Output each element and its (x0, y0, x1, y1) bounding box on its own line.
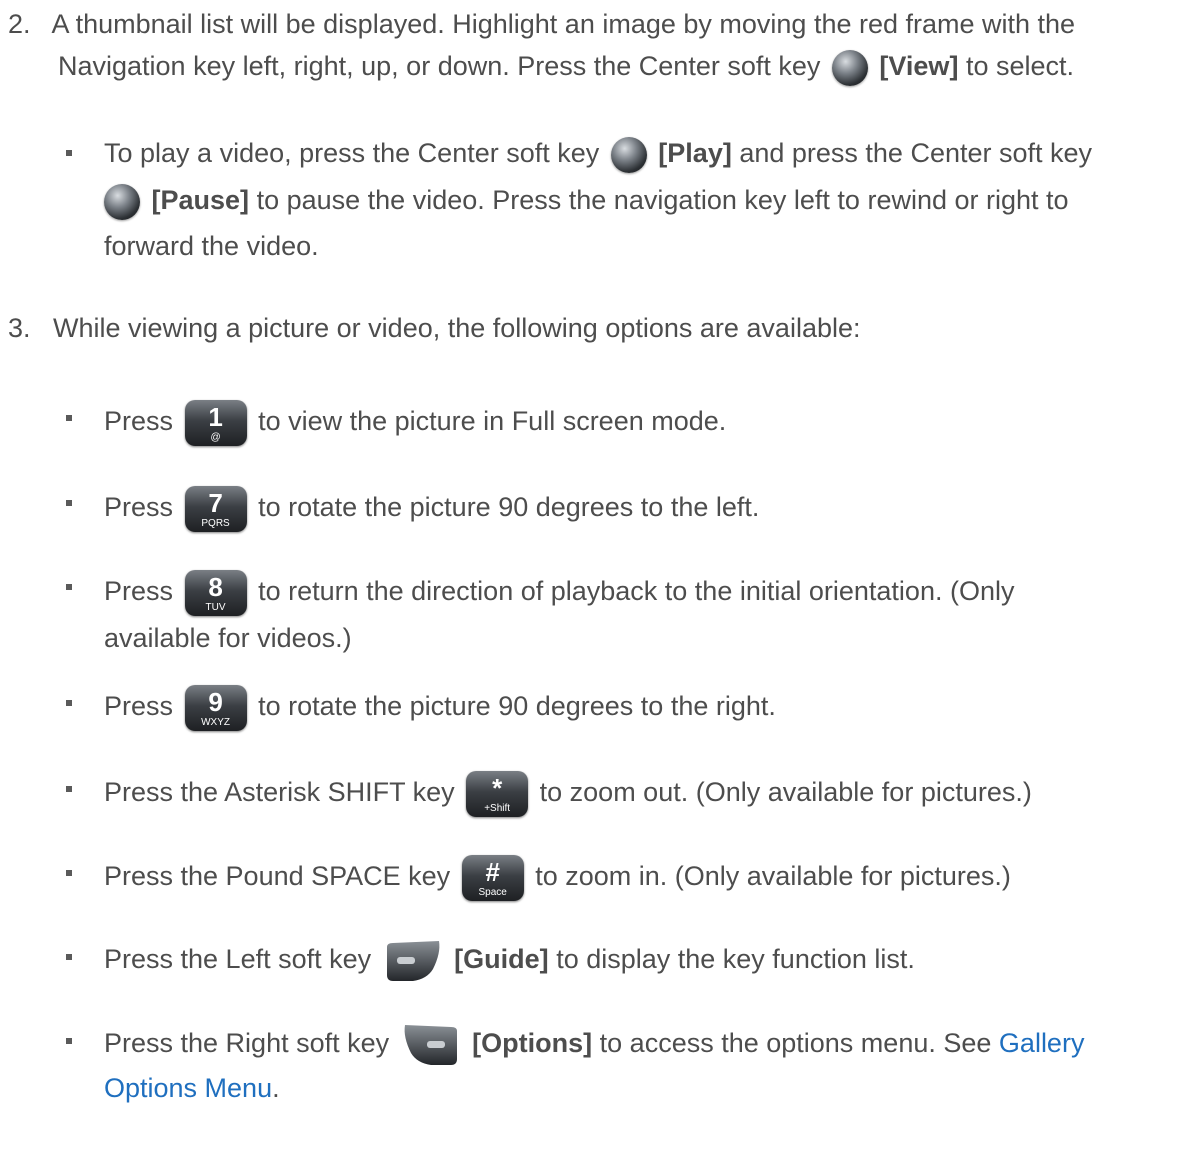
option-right-soft-key: Press the Right soft key [Options] to ac… (104, 1023, 1084, 1067)
press-text: Press (104, 492, 174, 523)
period-text: . (272, 1073, 280, 1103)
key-sub-label: WXYZ (201, 717, 230, 728)
step-3-line: 3. While viewing a picture or video, the… (8, 310, 861, 346)
option-text: to display the key function list. (556, 944, 915, 975)
right-soft-key-icon (401, 1023, 461, 1067)
key-main-label: 9 (208, 687, 223, 717)
view-key-label: [View] (879, 51, 959, 81)
center-soft-key-icon (104, 183, 140, 220)
bullet-marker (66, 700, 72, 706)
option-text: Press the Right soft key (104, 1028, 390, 1059)
bullet-marker (66, 500, 72, 506)
option-text: to return the direction of playback to t… (258, 576, 1015, 607)
center-soft-key-icon (831, 49, 868, 86)
key-main-label: 1 (208, 402, 223, 432)
step-2-text-3: to select. (965, 51, 1075, 81)
video-bullet-line-3: forward the video. (104, 228, 319, 264)
option-text: to zoom in. (Only available for pictures… (535, 861, 1011, 892)
option-right-soft-key-line-2: Options Menu. (104, 1070, 280, 1106)
key-8-icon: 8 TUV (184, 570, 247, 616)
bullet-marker (66, 870, 72, 876)
key-9-icon: 9 WXYZ (184, 685, 247, 731)
bullet-marker (66, 1038, 72, 1044)
key-sub-label: @ (210, 432, 221, 443)
options-key-label: [Options] (472, 1028, 593, 1059)
option-key-7: Press 7 PQRS to rotate the picture 90 de… (104, 486, 759, 532)
key-main-label: 8 (208, 572, 223, 602)
option-text: Press the Pound SPACE key (104, 861, 451, 892)
step-2-number: 2. (8, 9, 31, 39)
key-7-icon: 7 PQRS (184, 486, 247, 532)
video-text-2: and press the Center soft key (739, 138, 1093, 168)
option-text: to access the options menu. See (599, 1028, 992, 1059)
step-3-number: 3. (8, 313, 31, 343)
option-key-1: Press 1 @ to view the picture in Full sc… (104, 400, 726, 446)
gallery-options-link[interactable]: Gallery (999, 1028, 1085, 1058)
video-bullet-line-1: To play a video, press the Center soft k… (104, 135, 1092, 173)
option-left-soft-key: Press the Left soft key [Guide] to displ… (104, 939, 915, 983)
bullet-marker (66, 584, 72, 590)
step-2-line-1: 2. A thumbnail list will be displayed. H… (8, 6, 1075, 42)
press-text: Press (104, 406, 174, 437)
pound-space-key-icon: # Space (461, 855, 524, 901)
gallery-options-link-2[interactable]: Options Menu (104, 1073, 272, 1103)
key-sub-label: Space (478, 887, 507, 898)
option-text: to zoom out. (Only available for picture… (539, 777, 1032, 808)
option-key-8: Press 8 TUV to return the direction of p… (104, 570, 1014, 616)
option-key-9: Press 9 WXYZ to rotate the picture 90 de… (104, 685, 776, 731)
option-text: to view the picture in Full screen mode. (258, 406, 727, 437)
step-3-text: While viewing a picture or video, the fo… (53, 313, 861, 343)
option-text: available for videos.) (104, 623, 352, 653)
option-text: Press the Left soft key (104, 944, 372, 975)
asterisk-shift-key-icon: * +Shift (466, 771, 529, 817)
bullet-marker (66, 954, 72, 960)
center-soft-key-icon (610, 136, 647, 173)
press-text: Press (104, 691, 174, 722)
video-text-3: to pause the video. Press the navigation… (256, 185, 1069, 215)
step-2-line-2: Navigation key left, right, up, or down.… (58, 48, 1074, 86)
step-2-text-2: Navigation key left, right, up, or down.… (58, 51, 821, 81)
option-asterisk: Press the Asterisk SHIFT key * +Shift to… (104, 771, 1032, 817)
key-main-label: # (485, 857, 500, 887)
option-pound: Press the Pound SPACE key # Space to zoo… (104, 855, 1011, 901)
key-sub-label: TUV (205, 602, 226, 613)
option-text: Press the Asterisk SHIFT key (104, 777, 455, 808)
play-key-label: [Play] (658, 138, 732, 168)
pause-key-label: [Pause] (151, 185, 250, 215)
option-text: to rotate the picture 90 degrees to the … (258, 691, 776, 722)
bullet-marker (66, 415, 72, 421)
key-1-icon: 1 @ (184, 400, 247, 446)
step-2-text: A thumbnail list will be displayed. High… (51, 9, 1076, 39)
bullet-marker (66, 150, 72, 156)
bullet-marker (66, 786, 72, 792)
key-sub-label: +Shift (484, 803, 511, 814)
video-text-1: To play a video, press the Center soft k… (104, 138, 600, 168)
video-text-4: forward the video. (104, 231, 319, 261)
key-main-label: * (492, 773, 503, 803)
left-soft-key-icon (383, 939, 443, 983)
guide-key-label: [Guide] (454, 944, 549, 975)
key-main-label: 7 (208, 488, 223, 518)
option-text: to rotate the picture 90 degrees to the … (258, 492, 760, 523)
option-key-8-line-2: available for videos.) (104, 620, 352, 656)
video-bullet-line-2: [Pause] to pause the video. Press the na… (104, 182, 1069, 220)
press-text: Press (104, 576, 174, 607)
key-sub-label: PQRS (201, 518, 230, 529)
